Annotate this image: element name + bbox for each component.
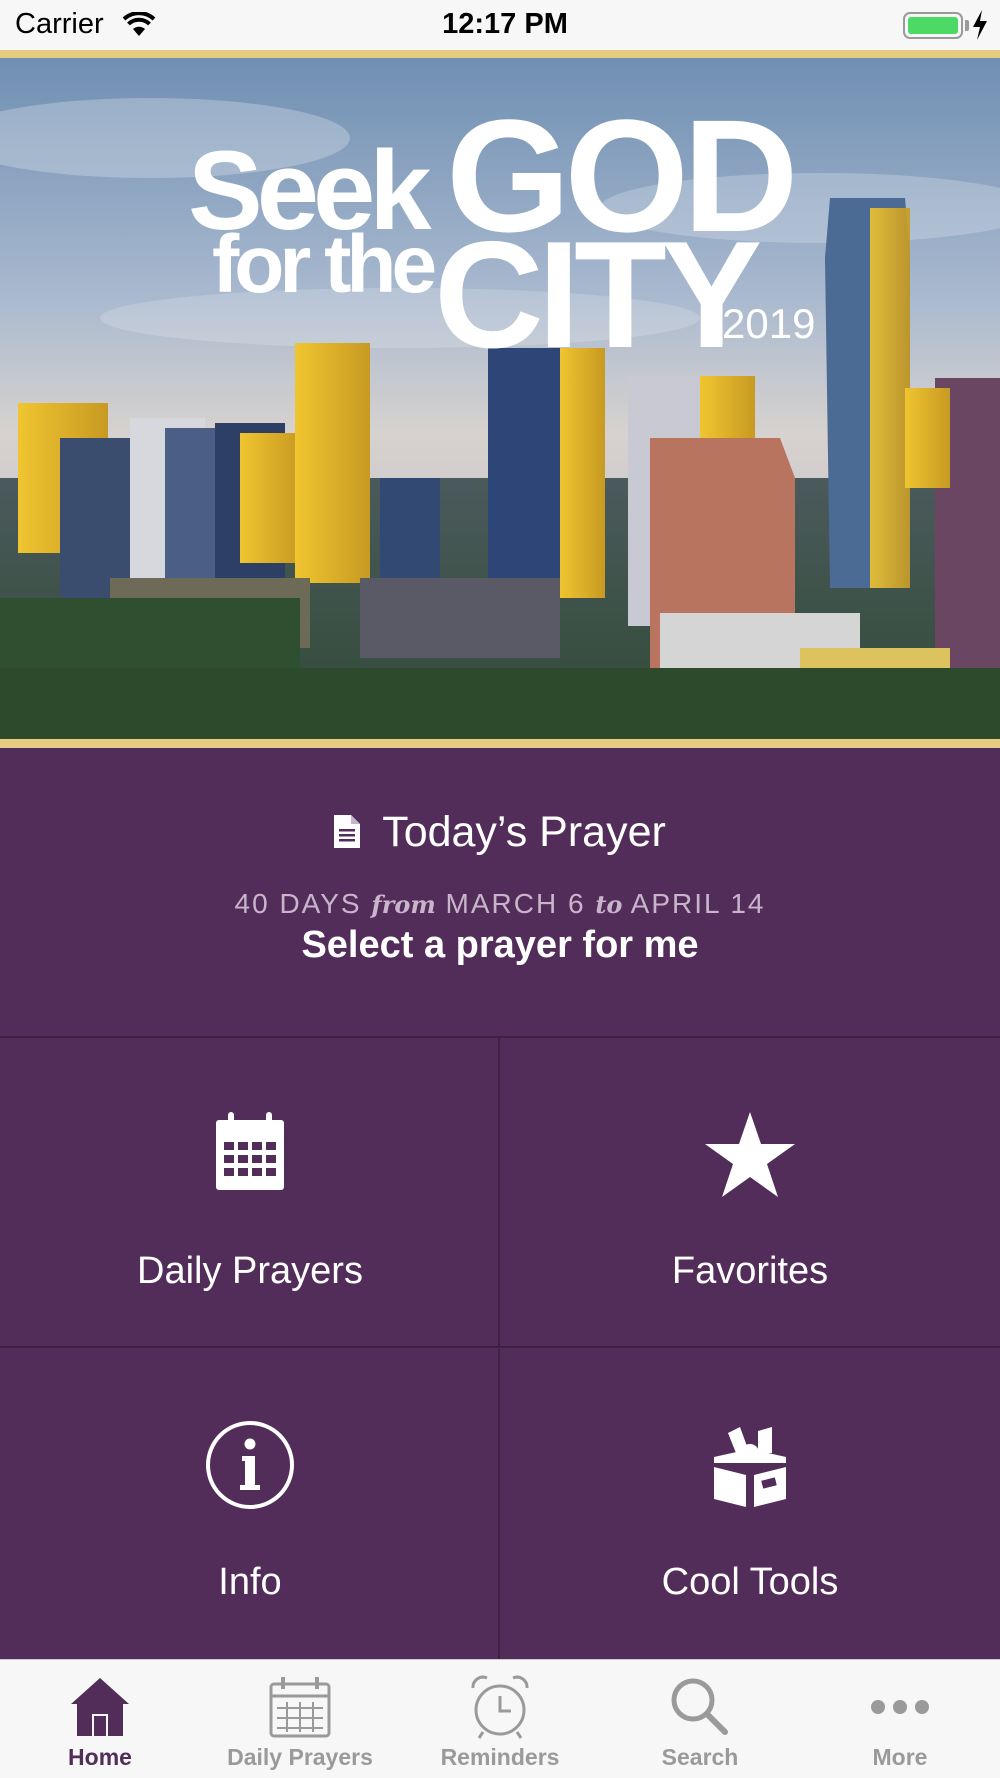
info-label: Info <box>218 1561 282 1603</box>
tab-search[interactable]: Search <box>600 1660 800 1778</box>
more-icon <box>871 1700 929 1714</box>
daily-prayers-tile[interactable]: Daily Prayers <box>0 1038 500 1348</box>
calendar-icon <box>269 1677 331 1738</box>
tab-label: Daily Prayers <box>227 1744 373 1770</box>
battery-icon <box>903 12 963 39</box>
info-tile[interactable]: Info <box>0 1349 500 1659</box>
search-icon <box>671 1678 728 1735</box>
document-icon <box>334 815 361 848</box>
calendar-icon <box>216 1112 284 1190</box>
tab-label: Home <box>68 1744 132 1770</box>
favorites-label: Favorites <box>671 1250 829 1292</box>
tab-reminders[interactable]: Reminders <box>400 1660 600 1778</box>
todays-prayer-section[interactable]: Today’s Prayer 40 DAYS from MARCH 6 to A… <box>0 748 1000 1038</box>
battery-cap <box>965 20 969 31</box>
hero-banner: Seek GOD for the CITY 2019 <box>0 50 1000 748</box>
home-icon <box>71 1678 129 1736</box>
tab-more[interactable]: More <box>800 1660 1000 1778</box>
star-icon <box>705 1112 795 1197</box>
toolbox-icon <box>714 1427 786 1507</box>
home-menu-panel: Today’s Prayer 40 DAYS from MARCH 6 to A… <box>0 748 1000 1659</box>
favorites-tile[interactable]: Favorites <box>500 1038 1000 1348</box>
tab-label: Reminders <box>440 1744 560 1770</box>
tab-label: More <box>872 1744 928 1770</box>
seek-god-logo: Seek GOD for the CITY 2019 <box>0 58 1000 739</box>
cool-tools-label: Cool Tools <box>661 1561 839 1603</box>
tab-label: Search <box>661 1744 739 1770</box>
cool-tools-tile[interactable]: Cool Tools <box>500 1349 1000 1659</box>
tab-home[interactable]: Home <box>0 1660 200 1778</box>
logo-year-text: 2019 <box>722 300 816 347</box>
todays-prayer-heading: Today’s Prayer <box>0 808 1000 857</box>
todays-prayer-title: Today’s Prayer <box>382 808 666 856</box>
info-icon <box>206 1421 294 1509</box>
charging-bolt-icon <box>973 10 987 40</box>
tab-bar: Home Daily Prayers Reminders Search More <box>0 1659 1000 1778</box>
logo-city-text: CITY <box>434 210 762 380</box>
logo-for-the-text: for the <box>212 219 437 310</box>
clock-label: 12:17 PM <box>442 8 568 40</box>
campaign-dates: 40 DAYS from MARCH 6 to APRIL 14 <box>234 888 766 919</box>
select-prayer-button[interactable]: Select a prayer for me <box>0 924 1000 967</box>
status-bar: Carrier 12:17 PM <box>0 0 1000 50</box>
daily-prayers-label: Daily Prayers <box>137 1250 363 1292</box>
alarm-clock-icon <box>471 1675 529 1739</box>
tab-daily-prayers[interactable]: Daily Prayers <box>200 1660 400 1778</box>
